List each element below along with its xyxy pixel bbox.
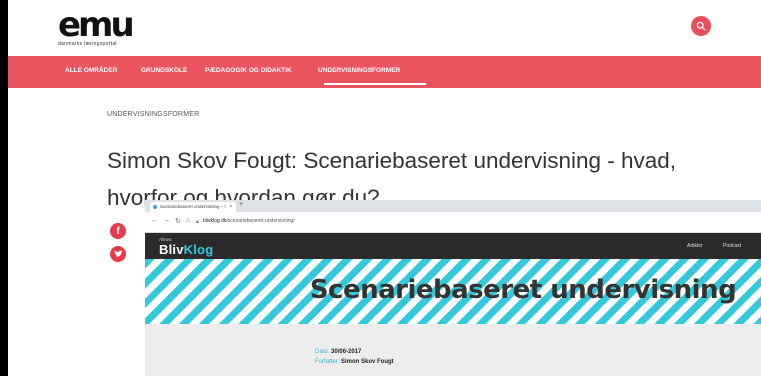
twitter-share-button[interactable] — [110, 246, 126, 262]
site-logo[interactable]: BlivKlog — [159, 242, 213, 257]
left-edge-bottom — [0, 352, 8, 376]
emu-logo[interactable]: emu danmarks læringsportal — [58, 5, 135, 47]
author-label: Forfatter: — [315, 359, 340, 365]
nav-item-undervisningsformer[interactable]: UNDERVISNINGSFORMER — [318, 67, 400, 74]
site-link-artikler[interactable]: Artikler — [687, 243, 703, 249]
tab-favicon-icon — [153, 205, 157, 209]
author-value: Simon Skov Fougt — [341, 359, 394, 365]
tab-title: Scenariebaseret undervisning – l — [160, 204, 226, 209]
new-tab-icon[interactable]: + — [239, 201, 243, 208]
date-value: 30/06-2017 — [331, 349, 362, 355]
url-domain: blivklog.dk — [203, 218, 227, 224]
left-edge-bar — [0, 0, 8, 376]
article-category[interactable]: UNDERVISNINGSFORMER — [107, 111, 199, 118]
main-nav: ALLE OMRÅDER GRUNDSKOLE PÆDAGOGIK OG DID… — [8, 56, 761, 88]
reload-icon[interactable]: ↻ — [175, 217, 181, 225]
site-link-podcast[interactable]: Podcast — [723, 243, 741, 249]
embedded-browser-screenshot: Scenariebaseret undervisning – l × + ← →… — [145, 200, 761, 376]
browser-tab[interactable]: Scenariebaseret undervisning – l × — [150, 202, 236, 212]
brand-part-1: Bliv — [159, 242, 184, 257]
facebook-share-button[interactable]: f — [110, 223, 126, 239]
search-icon — [696, 21, 706, 31]
browser-tabstrip: Scenariebaseret undervisning – l × + — [145, 200, 761, 212]
search-button[interactable] — [691, 16, 711, 36]
nav-item-alle-omraader[interactable]: ALLE OMRÅDER — [65, 67, 117, 74]
home-icon[interactable]: ⌂ — [186, 217, 190, 224]
browser-address-bar: ← → ↻ ⌂ 🔒︎ blivklog.dk/scenariebaseret-u… — [145, 212, 761, 233]
url-field[interactable]: blivklog.dk/scenariebaseret-undervisning… — [203, 218, 295, 224]
hero-title: Scenariebaseret undervisning — [309, 275, 737, 305]
forward-arrow-icon[interactable]: → — [163, 217, 170, 224]
nav-item-paedagogik[interactable]: PÆDAGOGIK OG DIDAKTIK — [205, 67, 292, 74]
nav-item-grundskole[interactable]: GRUNDSKOLE — [141, 67, 187, 74]
article-meta-area: Dato: 30/06-2017 Forfatter: Simon Skov F… — [145, 324, 761, 376]
date-label: Dato: — [315, 349, 330, 355]
twitter-icon — [114, 250, 123, 257]
article-date: Dato: 30/06-2017 — [315, 349, 361, 355]
nav-active-underline — [324, 83, 426, 85]
facebook-icon: f — [116, 225, 120, 237]
logo-mark: emu — [58, 5, 135, 45]
site-header: Alinea BlivKlog Artikler Podcast — [145, 233, 761, 259]
hero-banner: Scenariebaseret undervisning — [145, 259, 761, 324]
brand-part-2: Klog — [183, 242, 214, 257]
url-path: /scenariebaseret-undervisning/ — [226, 218, 295, 224]
lock-icon: 🔒︎ — [196, 219, 199, 225]
tab-close-icon[interactable]: × — [229, 202, 232, 212]
article-author: Forfatter: Simon Skov Fougt — [315, 359, 394, 365]
back-arrow-icon[interactable]: ← — [151, 217, 158, 224]
